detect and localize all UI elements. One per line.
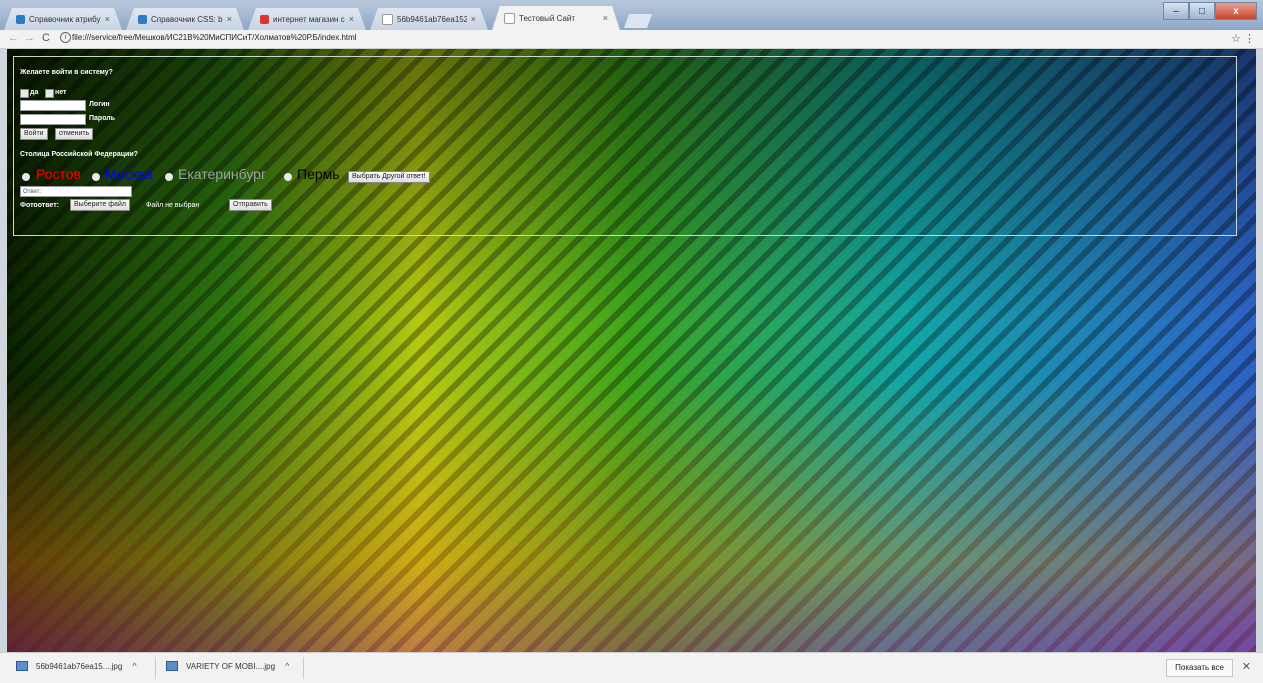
tab-title: Справочник CSS: backg: [151, 14, 223, 24]
new-tab-button[interactable]: [624, 14, 652, 28]
choose-file-button[interactable]: Выберите файл: [70, 199, 130, 211]
divider: [303, 657, 304, 679]
no-file-text: Файл не выбран: [146, 202, 200, 209]
window-controls: – □ x: [1163, 2, 1257, 20]
chevron-up-icon[interactable]: ^: [285, 661, 289, 671]
password-input[interactable]: [20, 114, 86, 125]
close-downloads-icon[interactable]: ✕: [1242, 660, 1251, 673]
option-ekaterinburg: Екатеринбург: [178, 166, 267, 182]
tab-title: 56b9461ab76ea152c3b8: [397, 14, 467, 24]
radio-rostov[interactable]: [22, 173, 30, 181]
other-answer-button[interactable]: Выбрать Другой ответ!: [348, 171, 430, 183]
answer-input[interactable]: Ответ:: [20, 186, 132, 197]
cancel-button[interactable]: отменить: [55, 128, 94, 140]
image-file-icon: [166, 661, 178, 671]
radio-ekaterinburg[interactable]: [165, 173, 173, 181]
password-label: Пароль: [89, 115, 116, 122]
tab-smartphone-store[interactable]: интернет магазин смар ×: [248, 8, 366, 30]
no-label: нет: [55, 89, 67, 96]
page-viewport: Желаете войти в систему? да нет Логин Па…: [7, 49, 1256, 652]
radio-perm[interactable]: [284, 173, 292, 181]
tab-favicon-icon: [16, 15, 25, 24]
send-button[interactable]: Отправить: [229, 199, 272, 211]
page-icon: [504, 13, 515, 24]
tab-css-attributes[interactable]: Справочник атрибутов ×: [4, 8, 122, 30]
download-filename: 56b9461ab76ea15....jpg: [36, 661, 123, 671]
no-checkbox[interactable]: [45, 89, 54, 98]
tab-close-icon[interactable]: ×: [603, 13, 608, 23]
download-item[interactable]: VARIETY OF MOBI....jpg ^: [166, 661, 289, 671]
forward-icon[interactable]: →: [24, 32, 35, 44]
option-moscow: Москва: [105, 166, 153, 182]
close-window-button[interactable]: x: [1215, 2, 1257, 20]
tab-title: Тестовый Сайт: [519, 13, 576, 23]
maximize-button[interactable]: □: [1189, 2, 1215, 20]
tab-close-icon[interactable]: ×: [349, 14, 354, 24]
page-icon: [382, 14, 393, 25]
image-file-icon: [16, 661, 28, 671]
yes-label: да: [30, 89, 39, 96]
back-icon[interactable]: ←: [8, 32, 19, 44]
reload-icon[interactable]: C: [42, 32, 50, 44]
login-label: Логин: [89, 101, 110, 108]
tab-test-site[interactable]: Тестовый Сайт ×: [492, 6, 620, 30]
photo-answer-label: Фотоответ:: [20, 202, 59, 209]
tab-favicon-icon: [260, 15, 269, 24]
address-toolbar: ← → C i file:///service/free/Мешков/ИС21…: [0, 30, 1263, 49]
radio-moscow[interactable]: [92, 173, 100, 181]
url-field[interactable]: file:///service/free/Мешков/ИС21В%20МиСП…: [72, 33, 357, 42]
divider: [155, 657, 156, 679]
tab-close-icon[interactable]: ×: [471, 14, 476, 24]
chevron-up-icon[interactable]: ^: [132, 661, 136, 671]
option-perm: Пермь: [297, 166, 340, 182]
option-rostov: Ростов: [36, 166, 81, 182]
download-filename: VARIETY OF MOBI....jpg: [186, 661, 276, 671]
downloads-bar: 56b9461ab76ea15....jpg ^ VARIETY OF MOBI…: [0, 652, 1263, 683]
site-info-icon[interactable]: i: [60, 32, 71, 43]
show-all-downloads-button[interactable]: Показать все: [1166, 659, 1233, 677]
bookmark-star-icon[interactable]: ☆: [1231, 32, 1241, 45]
browser-menu-icon[interactable]: ⋮: [1244, 32, 1255, 45]
login-input[interactable]: [20, 100, 86, 111]
form-fieldset: Желаете войти в систему? да нет Логин Па…: [13, 56, 1237, 236]
download-item[interactable]: 56b9461ab76ea15....jpg ^: [16, 661, 137, 671]
capital-question: Столица Российской Федерации?: [20, 151, 138, 158]
login-submit-button[interactable]: Войти: [20, 128, 48, 140]
minimize-button[interactable]: –: [1163, 2, 1189, 20]
tab-css-background[interactable]: Справочник CSS: backg ×: [126, 8, 244, 30]
login-question: Желаете войти в систему?: [20, 69, 113, 76]
tab-favicon-icon: [138, 15, 147, 24]
tab-list: Справочник атрибутов × Справочник CSS: b…: [4, 6, 652, 30]
yes-checkbox[interactable]: [20, 89, 29, 98]
tab-image-file[interactable]: 56b9461ab76ea152c3b8 ×: [370, 8, 488, 30]
tab-close-icon[interactable]: ×: [227, 14, 232, 24]
tab-title: интернет магазин смар: [273, 14, 345, 24]
tab-close-icon[interactable]: ×: [105, 14, 110, 24]
tab-title: Справочник атрибутов: [29, 14, 101, 24]
tab-strip: Справочник атрибутов × Справочник CSS: b…: [0, 0, 1263, 30]
